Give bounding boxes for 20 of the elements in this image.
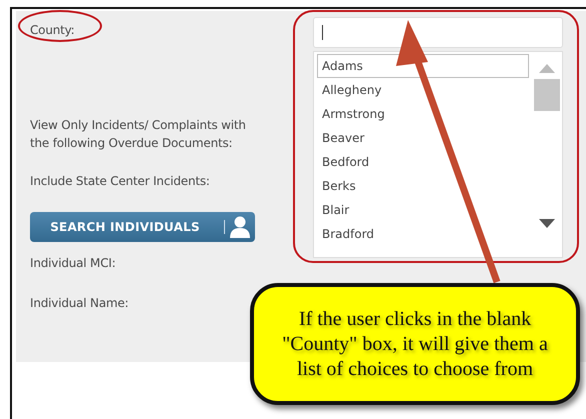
county-option[interactable]: Berks: [317, 174, 529, 198]
county-option[interactable]: Blair: [317, 198, 529, 222]
county-label: County:: [30, 22, 76, 39]
scroll-down-icon[interactable]: [539, 219, 555, 228]
county-option[interactable]: Bradford: [317, 222, 529, 246]
county-input[interactable]: [313, 17, 563, 48]
text-cursor: [322, 25, 323, 40]
county-option[interactable]: Allegheny: [317, 78, 529, 102]
scrollbar-thumb[interactable]: [534, 79, 560, 111]
county-option[interactable]: Adams: [317, 54, 529, 78]
individual-name-label: Individual Name:: [30, 295, 130, 312]
overdue-documents-label: View Only Incidents/ Complaints with the following Overdue Documents:: [30, 117, 247, 152]
search-individuals-button[interactable]: SEARCH INDIVIDUALS: [30, 212, 255, 242]
individual-mci-label: Individual MCI:: [30, 255, 117, 272]
county-option[interactable]: Beaver: [317, 126, 529, 150]
callout-text: If the user clicks in the blank "County" box, it will give them a list of choices to choose from: [281, 306, 549, 382]
county-option[interactable]: Armstrong: [317, 102, 529, 126]
person-icon: [229, 215, 251, 239]
state-center-label: Include State Center Incidents:: [30, 173, 211, 190]
county-option[interactable]: Bedford: [317, 150, 529, 174]
